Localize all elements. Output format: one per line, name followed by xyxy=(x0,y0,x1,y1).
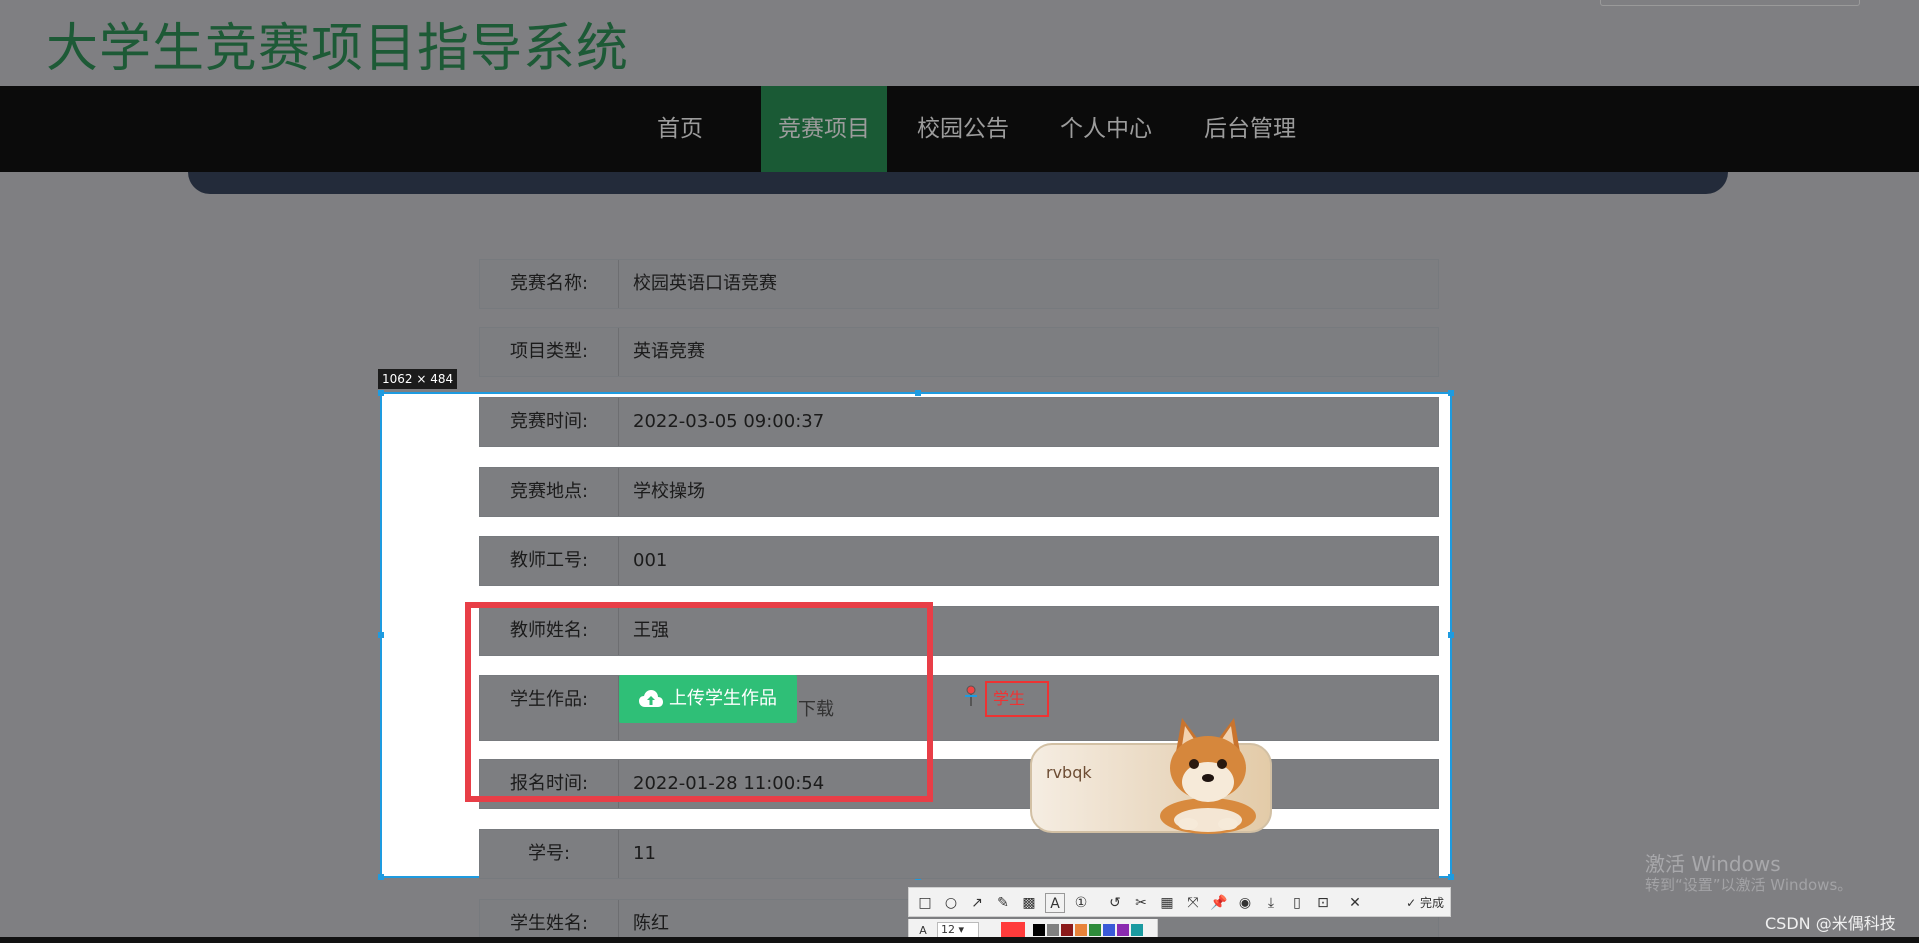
close-icon[interactable]: ✕ xyxy=(1345,893,1365,913)
csdn-watermark: CSDN @米偶科技 xyxy=(1765,914,1896,933)
color-swatch[interactable] xyxy=(1075,924,1087,936)
sticker-text[interactable]: rvbqk xyxy=(1046,763,1092,782)
form-row-teacher-id: 教师工号: 001 xyxy=(479,536,1439,586)
form-row-competition-time: 竞赛时间: 2022-03-05 09:00:37 xyxy=(479,397,1439,447)
resize-handle[interactable] xyxy=(1448,390,1454,396)
nav-item-admin[interactable]: 后台管理 xyxy=(1192,86,1308,172)
form-row-student-id: 学号: 11 xyxy=(479,829,1439,879)
windows-activation-title: 激活 Windows xyxy=(1645,852,1781,876)
color-swatch[interactable] xyxy=(1131,924,1143,936)
font-size-value: 12 xyxy=(941,923,955,936)
shiba-dog-sticker-icon xyxy=(1160,718,1256,834)
row-value: 2022-03-05 09:00:37 xyxy=(618,398,1438,446)
resize-handle[interactable] xyxy=(378,874,384,880)
phone-icon[interactable]: ▯ xyxy=(1287,893,1307,913)
font-size-select[interactable]: 12 ▾ xyxy=(937,922,979,938)
save-icon[interactable]: ⤓ xyxy=(1261,893,1281,913)
selection-dimensions: 1062 × 484 xyxy=(378,369,458,389)
done-button[interactable]: ✓ 完成 xyxy=(1406,893,1444,913)
row-value: 学校操场 xyxy=(618,468,1438,516)
resize-handle[interactable] xyxy=(1448,632,1454,638)
banner-edge xyxy=(188,172,1728,194)
row-label: 竞赛名称: xyxy=(509,273,589,294)
cut-icon[interactable]: ✂ xyxy=(1131,893,1151,913)
top-search-box[interactable] xyxy=(1600,0,1860,6)
row-label: 项目类型: xyxy=(509,341,589,362)
color-swatch[interactable] xyxy=(1033,924,1045,936)
row-value: 英语竞赛 xyxy=(618,328,1438,376)
row-label: 竞赛时间: xyxy=(509,411,589,432)
number-icon[interactable]: ① xyxy=(1071,893,1091,913)
row-value: 001 xyxy=(618,537,1438,585)
record-icon[interactable]: ◉ xyxy=(1235,893,1255,913)
color-swatch[interactable] xyxy=(1117,924,1129,936)
arrow-icon[interactable]: ↗ xyxy=(967,893,987,913)
resize-handle[interactable] xyxy=(1448,874,1454,880)
nav-item-competitions[interactable]: 竞赛项目 xyxy=(761,86,887,172)
row-label: 学号: xyxy=(527,843,571,864)
screenshot-toolbar: □ ○ ↗ ✎ ▩ A ① ↺ ✂ ▦ ⤧ 📌 ◉ ⤓ ▯ ⊡ ✕ ✓ 完成 xyxy=(908,887,1451,917)
red-rectangle-annotation[interactable] xyxy=(465,602,933,802)
resize-handle[interactable] xyxy=(378,390,384,396)
text-icon[interactable]: A xyxy=(1045,893,1065,913)
row-value: 11 xyxy=(618,830,1438,878)
pencil-icon[interactable]: ✎ xyxy=(993,893,1013,913)
resize-handle[interactable] xyxy=(378,632,384,638)
row-label: 教师工号: xyxy=(509,550,589,571)
taskbar-edge xyxy=(0,937,1919,943)
color-swatch[interactable] xyxy=(1103,924,1115,936)
site-title: 大学生竞赛项目指导系统 xyxy=(46,19,630,79)
color-swatch[interactable] xyxy=(1047,924,1059,936)
ocr-icon[interactable]: ▦ xyxy=(1157,893,1177,913)
rectangle-icon[interactable]: □ xyxy=(915,893,935,913)
nav-item-home[interactable]: 首页 xyxy=(636,86,724,172)
mosaic-icon[interactable]: ▩ xyxy=(1019,893,1039,913)
bookmark-icon[interactable]: ⊡ xyxy=(1313,893,1333,913)
nav-item-profile[interactable]: 个人中心 xyxy=(1049,86,1163,172)
undo-icon[interactable]: ↺ xyxy=(1105,893,1125,913)
expand-icon[interactable]: ⤧ xyxy=(1183,893,1203,913)
row-value: 校园英语口语竞赛 xyxy=(618,260,1438,308)
check-icon: ✓ xyxy=(1406,896,1417,910)
windows-activation-subtitle: 转到“设置”以激活 Windows。 xyxy=(1645,876,1853,894)
form-row-competition-name: 竞赛名称: 校园英语口语竞赛 xyxy=(479,259,1439,309)
resize-handle[interactable] xyxy=(915,390,921,396)
text-annotation[interactable]: 学生 xyxy=(985,681,1049,717)
pin-icon[interactable] xyxy=(962,685,980,707)
main-nav: 首页 竞赛项目 校园公告 个人中心 后台管理 xyxy=(0,86,1919,172)
pin-tool-icon[interactable]: 📌 xyxy=(1209,893,1229,913)
ellipse-icon[interactable]: ○ xyxy=(941,893,961,913)
site-header: 大学生竞赛项目指导系统 xyxy=(0,0,1919,86)
done-label: 完成 xyxy=(1419,896,1444,910)
row-label: 竞赛地点: xyxy=(509,481,589,502)
form-row-project-type: 项目类型: 英语竞赛 xyxy=(479,327,1439,377)
form-row-competition-location: 竞赛地点: 学校操场 xyxy=(479,467,1439,517)
nav-item-announcements[interactable]: 校园公告 xyxy=(906,86,1020,172)
color-swatch[interactable] xyxy=(1089,924,1101,936)
color-swatch[interactable] xyxy=(1061,924,1073,936)
